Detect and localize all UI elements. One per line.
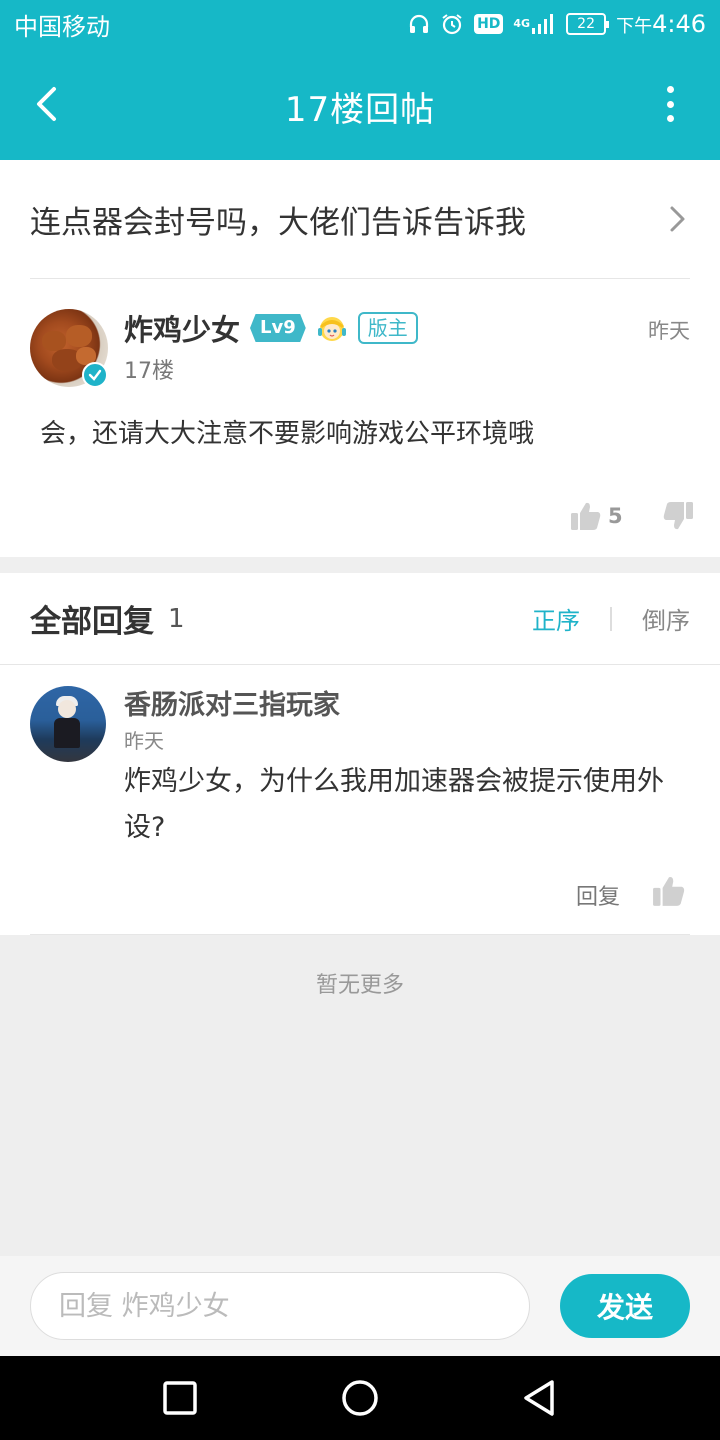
post-content: 会，还请大大注意不要影响游戏公平环境哦 [40,419,535,449]
sort-ascending-button[interactable]: 正序 [532,601,580,636]
recent-apps-icon[interactable] [160,1378,200,1418]
clock-period: 下午 [616,16,653,37]
clock-time: 4:46 [652,10,706,38]
more-dot-icon [666,100,674,108]
floor-number: 17楼 [124,359,174,384]
level-badge: Lv9 [250,314,306,342]
reply-time: 昨天 [124,729,164,753]
thumbs-up-icon [571,502,601,530]
back-arrow-icon [37,87,56,121]
post-time: 昨天 [648,319,690,343]
verified-badge-icon [82,362,108,388]
home-icon[interactable] [340,1378,380,1418]
headphones-icon [408,11,430,37]
signal-icon: 4G [513,11,556,37]
carrier-name: 中国移动 [14,12,110,41]
network-type: 4G [513,17,531,30]
reply-author[interactable]: 香肠派对三指玩家 [124,683,340,722]
replies-header: 全部回复 1 正序 倒序 [0,573,720,664]
send-button[interactable]: 发送 [560,1274,690,1338]
avatar-detail [54,718,80,748]
page-title: 17楼回帖 [284,90,436,130]
alarm-icon [440,11,464,37]
like-count: 5 [608,504,623,528]
reply-input-bar: 发送 [0,1256,720,1356]
reply-item: 香肠派对三指玩家 昨天 炸鸡少女，为什么我用加速器会被提示使用外设? 回复 [0,665,720,935]
like-button[interactable]: 5 [570,501,623,531]
more-dot-icon [666,115,674,122]
hd-icon: HD [474,14,504,34]
more-menu-button[interactable] [650,84,690,124]
avatar[interactable] [30,686,106,762]
thumbs-down-icon [663,502,693,530]
author-name[interactable]: 炸鸡少女 [124,307,240,349]
replies-title: 全部回复 [30,604,154,640]
avatar-detail [66,325,92,347]
mascot-badge-icon [317,317,346,341]
back-nav-icon[interactable] [520,1378,560,1418]
status-bar: 中国移动 HD 4G 22 下午4:46 [0,0,720,48]
no-more-label: 暂无更多 [315,973,404,998]
system-nav-bar [0,1356,720,1440]
app-bar: 17楼回帖 [0,48,720,160]
dislike-button[interactable] [662,501,694,535]
sort-divider [610,606,612,631]
reply-text: 炸鸡少女，为什么我用加速器会被提示使用外设? [124,766,664,843]
status-icons: HD 4G 22 下午4:46 [408,10,706,38]
back-button[interactable] [26,82,66,126]
avatar-detail [58,700,76,718]
battery-icon: 22 [566,13,610,35]
clock: 下午4:46 [616,10,706,38]
reply-input[interactable] [30,1272,530,1340]
topic-title: 连点器会封号吗，大佬们告诉告诉我 [30,204,526,241]
sort-descending-button[interactable]: 倒序 [642,601,690,636]
thumbs-up-icon [653,877,685,906]
chevron-right-icon [670,206,685,232]
replies-count: 1 [168,603,185,634]
list-footer: 暂无更多 [0,935,720,1256]
more-dot-icon [666,86,674,93]
reply-like-button[interactable] [652,875,686,911]
reply-button[interactable]: 回复 [576,879,620,911]
avatar-detail [42,331,66,351]
main-post: 炸鸡少女 Lv9 版主 昨天 17楼 会，还请大大注意不要影响游戏公平环境哦 5 [0,279,720,557]
author-row: 炸鸡少女 Lv9 版主 [124,307,418,349]
section-separator [0,557,720,573]
moderator-badge: 版主 [357,312,418,344]
topic-link[interactable]: 连点器会封号吗，大佬们告诉告诉我 [0,160,720,278]
